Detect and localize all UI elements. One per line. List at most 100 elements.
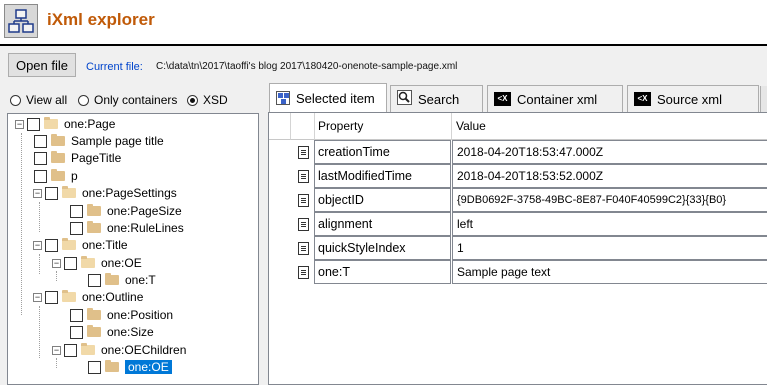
- node-checkbox[interactable]: [88, 360, 101, 374]
- table-row[interactable]: quickStyleIndex 1: [269, 236, 767, 260]
- table-row[interactable]: lastModifiedTime 2018-04-20T18:53:52.000…: [269, 164, 767, 188]
- tree-node-label: p: [71, 169, 78, 183]
- table-row[interactable]: one:T Sample page text: [269, 260, 767, 284]
- value-field[interactable]: 1: [452, 236, 767, 260]
- folder-open-icon: [62, 186, 76, 198]
- tree-connector: [39, 202, 40, 232]
- value-field[interactable]: {9DB0692F-3758-49BC-8E87-F040F40599C2}{3…: [452, 188, 767, 212]
- tree-node[interactable]: − one:OE: [52, 255, 142, 271]
- collapse-icon[interactable]: −: [15, 119, 24, 129]
- view-all-radio[interactable]: View all: [10, 93, 67, 107]
- tab-source-xml[interactable]: <X Source xml: [627, 85, 759, 112]
- tree-connector: [56, 271, 57, 281]
- tree-node[interactable]: PageTitle: [34, 150, 121, 166]
- tree-node-label: one:OE: [101, 256, 142, 270]
- tab-scroll-button[interactable]: [760, 86, 767, 112]
- tree-node[interactable]: one:Position: [70, 307, 173, 323]
- tree-node[interactable]: one:RuleLines: [70, 220, 184, 236]
- xml-tree-panel[interactable]: − one:Page Sample page title PageTitle p…: [7, 113, 259, 385]
- tree-node[interactable]: − one:Page: [15, 116, 115, 132]
- xml-code-icon: <X: [634, 92, 651, 106]
- current-file-path: C:\data\tn\2017\taoffi's blog 2017\18042…: [156, 61, 458, 72]
- document-icon: [297, 241, 309, 255]
- document-icon: [297, 265, 309, 279]
- tree-node-label: one:Size: [107, 325, 154, 339]
- open-file-button[interactable]: Open file: [8, 53, 76, 77]
- tree-node[interactable]: − one:OEChildren: [52, 342, 186, 358]
- tab-search[interactable]: Search: [390, 85, 483, 112]
- node-checkbox[interactable]: [64, 343, 77, 357]
- only-containers-radio[interactable]: Only containers: [78, 93, 177, 107]
- value-field[interactable]: Sample page text: [452, 260, 767, 284]
- folder-icon: [87, 204, 101, 216]
- folder-icon: [87, 308, 101, 320]
- value-field[interactable]: 2018-04-20T18:53:52.000Z: [452, 164, 767, 188]
- document-icon: [297, 217, 309, 231]
- node-checkbox[interactable]: [27, 117, 40, 131]
- tab-selected-item[interactable]: Selected item: [269, 83, 387, 112]
- collapse-icon[interactable]: −: [33, 240, 42, 250]
- node-checkbox[interactable]: [45, 290, 58, 304]
- radio-dot-selected-icon: [187, 94, 198, 106]
- icon-column-header: [291, 113, 315, 140]
- xsd-radio[interactable]: XSD: [187, 93, 228, 107]
- app-hierarchy-icon: [4, 4, 38, 38]
- tree-node[interactable]: p: [34, 168, 78, 184]
- tree-node-label: one:OE: [125, 360, 172, 374]
- xsd-label: XSD: [203, 93, 228, 107]
- node-checkbox[interactable]: [88, 273, 101, 287]
- collapse-icon[interactable]: −: [52, 345, 61, 355]
- tree-node-label: Sample page title: [71, 134, 164, 148]
- property-cell: alignment: [314, 212, 451, 236]
- row-icon-cell: [291, 212, 315, 236]
- node-checkbox[interactable]: [70, 221, 83, 235]
- tree-node-selected[interactable]: one:OE: [88, 359, 172, 375]
- folder-open-icon: [81, 256, 95, 268]
- tree-node[interactable]: − one:Title: [33, 237, 128, 253]
- document-icon: [297, 169, 309, 183]
- table-row[interactable]: creationTime 2018-04-20T18:53:47.000Z: [269, 140, 767, 164]
- document-icon: [297, 193, 309, 207]
- tree-node[interactable]: one:PageSize: [70, 203, 182, 219]
- tree-node[interactable]: one:Size: [70, 324, 154, 340]
- node-checkbox[interactable]: [70, 204, 83, 218]
- row-icon-cell: [291, 188, 315, 212]
- node-checkbox[interactable]: [34, 169, 47, 183]
- collapse-icon[interactable]: −: [33, 292, 42, 302]
- tree-connector: [39, 306, 40, 358]
- value-field[interactable]: left: [452, 212, 767, 236]
- tree-node[interactable]: − one:PageSettings: [33, 185, 177, 201]
- property-grid[interactable]: Property Value creationTime 2018-04-20T1…: [268, 112, 767, 385]
- collapse-icon[interactable]: −: [33, 188, 42, 198]
- node-checkbox[interactable]: [34, 134, 47, 148]
- tree-node-label: PageTitle: [71, 151, 122, 165]
- view-all-label: View all: [26, 93, 68, 107]
- tree-node[interactable]: one:T: [88, 272, 156, 288]
- column-header-value[interactable]: Value: [452, 113, 767, 140]
- collapse-icon[interactable]: −: [52, 258, 61, 268]
- tree-connector: [56, 358, 57, 368]
- folder-icon: [51, 169, 65, 181]
- node-checkbox[interactable]: [45, 238, 58, 252]
- property-cell: lastModifiedTime: [314, 164, 451, 188]
- folder-open-icon: [62, 290, 76, 302]
- column-header-property[interactable]: Property: [315, 113, 452, 140]
- tree-node[interactable]: Sample page title: [34, 133, 164, 149]
- table-row[interactable]: alignment left: [269, 212, 767, 236]
- tree-connector: [39, 254, 40, 274]
- node-checkbox[interactable]: [45, 186, 58, 200]
- radio-dot-icon: [10, 94, 21, 106]
- node-checkbox[interactable]: [70, 325, 83, 339]
- node-checkbox[interactable]: [64, 256, 77, 270]
- folder-open-icon: [81, 343, 95, 355]
- tab-container-xml[interactable]: <X Container xml: [487, 85, 623, 112]
- table-row[interactable]: objectID {9DB0692F-3758-49BC-8E87-F040F4…: [269, 188, 767, 212]
- property-cell: objectID: [314, 188, 451, 212]
- node-checkbox[interactable]: [70, 308, 83, 322]
- node-checkbox[interactable]: [34, 151, 47, 165]
- folder-icon: [105, 273, 119, 285]
- tree-node[interactable]: − one:Outline: [33, 289, 143, 305]
- value-field[interactable]: 2018-04-20T18:53:47.000Z: [452, 140, 767, 164]
- folder-icon: [87, 325, 101, 337]
- tree-node-label: one:Title: [82, 238, 128, 252]
